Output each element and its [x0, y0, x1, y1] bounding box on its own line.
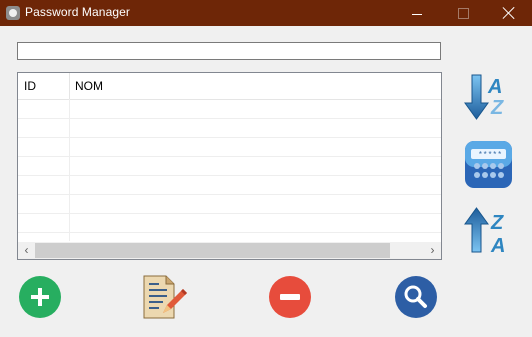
- calculator-icon: *****: [465, 141, 512, 188]
- scroll-left-arrow-icon[interactable]: ‹: [18, 242, 35, 259]
- plus-icon: [31, 288, 49, 306]
- table-row: [18, 194, 441, 214]
- edit-document-icon: [143, 275, 187, 319]
- maximize-icon: [457, 7, 469, 19]
- table-row: [18, 156, 441, 176]
- table-header: ID NOM: [18, 73, 441, 100]
- table-row: [18, 99, 441, 119]
- table-row: [18, 175, 441, 195]
- sort-az-button[interactable]: A Z: [464, 73, 512, 123]
- svg-text:A: A: [487, 76, 502, 98]
- magnifier-icon: [404, 285, 427, 308]
- window-title: Password Manager: [25, 5, 130, 19]
- svg-text:*****: *****: [478, 151, 502, 160]
- search-button[interactable]: [395, 276, 437, 318]
- add-button[interactable]: [19, 276, 61, 318]
- password-manager-window: Password Manager ID NOM ‹ › A Z ***** Z …: [0, 0, 532, 337]
- title-bar: Password Manager: [0, 0, 532, 26]
- app-icon: [6, 6, 20, 20]
- minimize-button[interactable]: [394, 0, 440, 26]
- remove-button[interactable]: [269, 276, 311, 318]
- edit-button[interactable]: [141, 273, 189, 321]
- minus-icon: [280, 294, 300, 300]
- sort-za-button[interactable]: Z A: [464, 206, 512, 257]
- close-button[interactable]: [486, 0, 532, 26]
- password-list[interactable]: ID NOM ‹ ›: [17, 72, 442, 260]
- table-row: [18, 213, 441, 233]
- sort-za-icon: Z A: [464, 207, 505, 257]
- column-header-nom[interactable]: NOM: [75, 73, 103, 99]
- svg-text:Z: Z: [490, 212, 504, 234]
- svg-text:Z: Z: [490, 97, 504, 119]
- column-divider: [69, 99, 70, 241]
- scroll-right-arrow-icon[interactable]: ›: [424, 242, 441, 259]
- table-row: [18, 137, 441, 157]
- horizontal-scrollbar[interactable]: ‹ ›: [18, 242, 441, 259]
- column-divider[interactable]: [69, 73, 70, 99]
- search-input[interactable]: [17, 42, 441, 60]
- maximize-button[interactable]: [440, 0, 486, 26]
- table-row: [18, 118, 441, 138]
- svg-text:A: A: [490, 235, 505, 256]
- minimize-icon: [412, 14, 422, 15]
- calculator-button[interactable]: *****: [464, 140, 512, 190]
- column-header-id[interactable]: ID: [24, 73, 36, 99]
- sort-az-icon: A Z: [464, 74, 504, 120]
- scrollbar-thumb[interactable]: [35, 243, 390, 258]
- close-icon: [503, 7, 515, 19]
